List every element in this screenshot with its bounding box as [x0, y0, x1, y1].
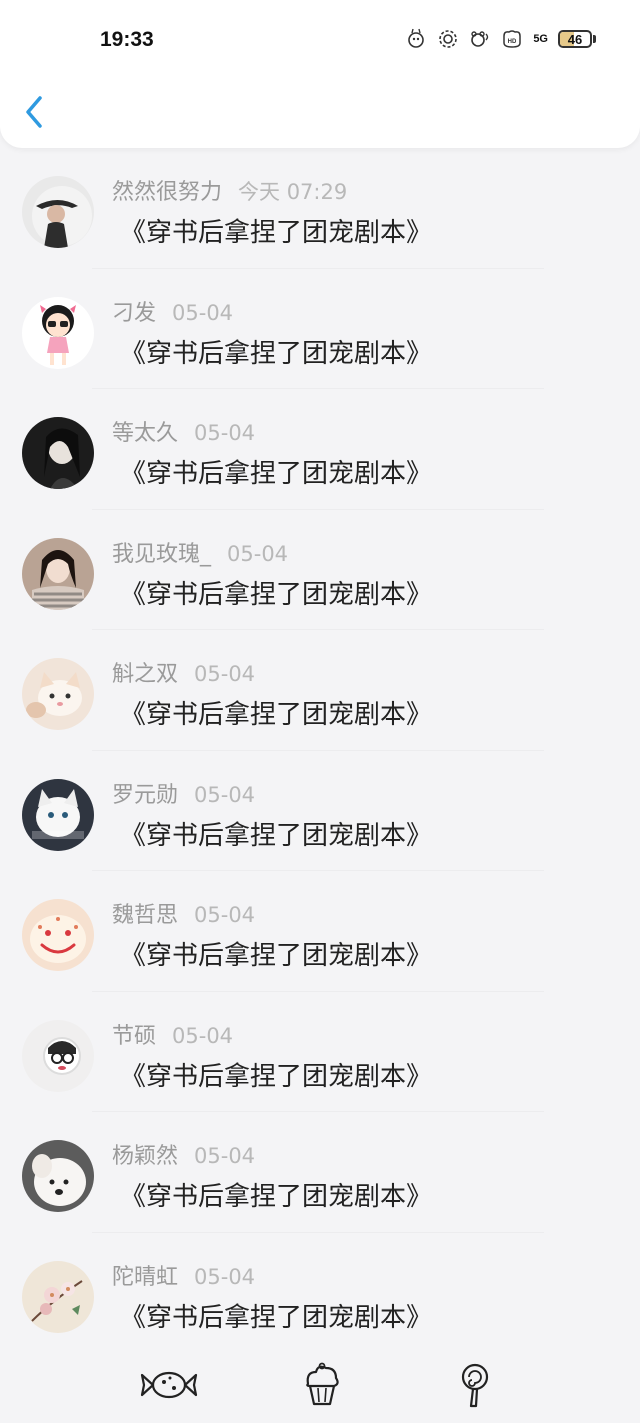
comment-text: 《穿书后拿捏了团宠剧本》	[120, 820, 433, 851]
comment-row[interactable]: 然然很努力 今天 07:29 《穿书后拿捏了团宠剧本》	[0, 148, 640, 269]
comment-text: 《穿书后拿捏了团宠剧本》	[120, 1061, 433, 1092]
bottom-tabbar	[0, 1350, 640, 1423]
back-chevron-icon[interactable]	[20, 92, 50, 132]
gear-flower-icon	[439, 30, 458, 48]
username[interactable]: 罗元勋	[112, 783, 178, 808]
battery-level: 46	[567, 31, 583, 47]
comment-date: 05-04	[227, 541, 289, 566]
candy-icon	[140, 1371, 198, 1399]
comment-date: 05-04	[194, 1144, 256, 1168]
avatar[interactable]	[22, 176, 94, 248]
svg-text:HD: HD	[508, 39, 517, 45]
tab-cupcake[interactable]	[292, 1360, 352, 1410]
comment-row[interactable]: 我见玫瑰_ 05-04 《穿书后拿捏了团宠剧本》	[0, 510, 640, 630]
comment-meta: 杨颖然 05-04	[112, 1138, 255, 1170]
comment-list: 然然很努力 今天 07:29 《穿书后拿捏了团宠剧本》 刁发 05-04 《穿书后拿捏了团…	[0, 148, 640, 1348]
status-time: 19:33	[100, 28, 154, 51]
comment-date: 05-04	[194, 421, 256, 445]
bear-wifi-icon	[471, 31, 489, 47]
comment-text: 《穿书后拿捏了团宠剧本》	[120, 459, 433, 489]
comment-meta: 魏哲思 05-04	[112, 897, 255, 929]
avatar[interactable]	[22, 778, 94, 851]
comment-text: 《穿书后拿捏了团宠剧本》	[120, 218, 433, 248]
comment-meta: 刁发 05-04	[112, 295, 233, 327]
comment-row[interactable]: 等太久 05-04 《穿书后拿捏了团宠剧本》	[0, 389, 640, 510]
avatar[interactable]	[22, 658, 94, 730]
avatar[interactable]	[22, 1019, 94, 1092]
comment-meta: 我见玫瑰_ 05-04	[112, 536, 288, 568]
status-icons: HD 5G 46	[405, 28, 596, 50]
comment-meta: 斛之双 05-04	[112, 656, 255, 688]
comment-meta: 罗元勋 05-04	[112, 777, 255, 809]
rabbit-icon	[408, 28, 425, 48]
comment-text: 《穿书后拿捏了团宠剧本》	[120, 338, 433, 369]
comment-meta: 然然很努力 今天 07:29	[112, 174, 347, 206]
username[interactable]: 刁发	[112, 301, 156, 326]
username[interactable]: 我见玫瑰_	[112, 542, 211, 567]
avatar[interactable]	[22, 899, 94, 971]
hd-icon: HD	[503, 30, 522, 48]
lollipop-icon	[461, 1363, 489, 1408]
username[interactable]: 杨颖然	[112, 1144, 178, 1169]
tab-lollipop[interactable]	[445, 1360, 505, 1410]
comment-row[interactable]: 节硕 05-04 《穿书后拿捏了团宠剧本》	[0, 992, 640, 1112]
comment-date: 05-04	[172, 1023, 234, 1048]
comment-text: 《穿书后拿捏了团宠剧本》	[120, 579, 433, 610]
username[interactable]: 等太久	[112, 421, 178, 446]
avatar[interactable]	[22, 296, 94, 369]
battery-icon: 46	[558, 30, 596, 48]
comment-text: 《穿书后拿捏了团宠剧本》	[120, 941, 433, 971]
comment-row[interactable]: 斛之双 05-04 《穿书后拿捏了团宠剧本》	[0, 630, 640, 751]
comment-text: 《穿书后拿捏了团宠剧本》	[120, 700, 433, 730]
username[interactable]: 斛之双	[112, 662, 178, 687]
top-bar: 19:33 HD 5G 46	[0, 0, 640, 148]
comment-date: 05-04	[172, 300, 234, 325]
comment-date: 今天 07:29	[238, 180, 348, 204]
comment-date: 05-04	[194, 903, 256, 927]
username[interactable]: 节硕	[112, 1024, 156, 1049]
comment-meta: 节硕 05-04	[112, 1018, 233, 1050]
comment-date: 05-04	[194, 1264, 256, 1289]
comment-row[interactable]: 罗元勋 05-04 《穿书后拿捏了团宠剧本》	[0, 751, 640, 871]
comment-text: 《穿书后拿捏了团宠剧本》	[120, 1182, 433, 1212]
comment-row[interactable]: 魏哲思 05-04 《穿书后拿捏了团宠剧本》	[0, 871, 640, 992]
avatar[interactable]	[22, 1260, 94, 1333]
avatar[interactable]	[22, 417, 94, 489]
username[interactable]: 陀晴虹	[112, 1265, 178, 1290]
cupcake-icon	[306, 1362, 339, 1406]
network-indicator: 5G	[533, 32, 548, 45]
comment-date: 05-04	[194, 782, 256, 807]
avatar[interactable]	[22, 1140, 94, 1212]
username[interactable]: 然然很努力	[112, 180, 222, 205]
comment-text: 《穿书后拿捏了团宠剧本》	[120, 1302, 433, 1333]
comment-date: 05-04	[194, 662, 256, 686]
username[interactable]: 魏哲思	[112, 903, 178, 928]
comment-row[interactable]: 杨颖然 05-04 《穿书后拿捏了团宠剧本》	[0, 1112, 640, 1233]
comment-meta: 等太久 05-04	[112, 415, 255, 447]
comment-meta: 陀晴虹 05-04	[112, 1259, 255, 1291]
tab-candy[interactable]	[139, 1360, 199, 1410]
comment-row[interactable]: 陀晴虹 05-04 《穿书后拿捏了团宠剧本》	[0, 1233, 640, 1354]
comment-row[interactable]: 刁发 05-04 《穿书后拿捏了团宠剧本》	[0, 269, 640, 389]
avatar[interactable]	[22, 537, 94, 610]
